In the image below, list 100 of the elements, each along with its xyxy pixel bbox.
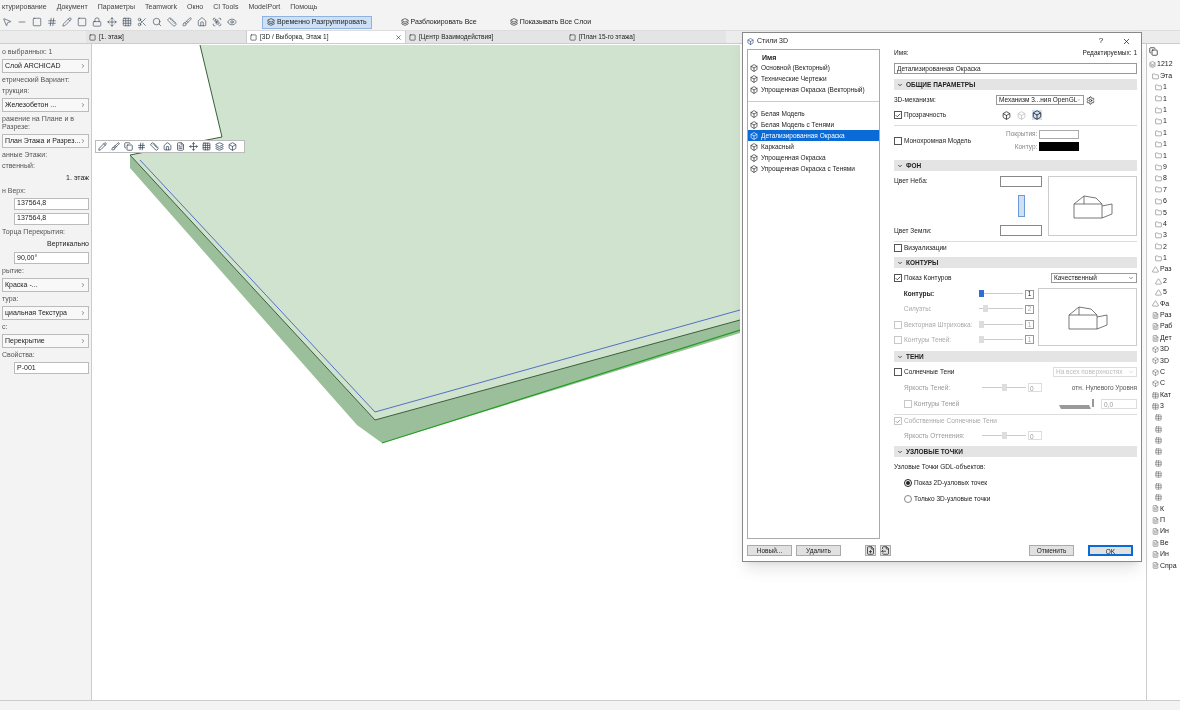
color-swatch[interactable] (1039, 129, 1080, 139)
table-icon (1152, 391, 1159, 399)
layers-icon (267, 18, 275, 26)
view-icon (409, 33, 416, 41)
tool-icon[interactable] (150, 142, 159, 151)
sheet-icon (1152, 562, 1159, 570)
copy-icon[interactable] (1149, 47, 1158, 56)
wall-icon[interactable] (32, 17, 42, 27)
folder-icon (1155, 140, 1162, 148)
lock-icon[interactable] (92, 17, 102, 27)
folder-icon (1152, 72, 1159, 80)
folder-icon (1155, 186, 1162, 194)
style-icon (750, 131, 758, 140)
eye-icon[interactable] (227, 17, 237, 27)
table-icon (1155, 482, 1162, 490)
radio-button[interactable] (904, 494, 912, 503)
checkbox[interactable] (894, 136, 902, 145)
sheet-icon (1152, 516, 1159, 524)
cube-icon (1152, 357, 1159, 365)
brush-icon[interactable] (182, 17, 192, 27)
help-button[interactable]: ? (1089, 35, 1113, 47)
ruler-icon[interactable] (167, 17, 177, 27)
tool-icon[interactable] (215, 142, 224, 151)
folder-icon (1155, 243, 1162, 251)
view-icon (569, 33, 576, 41)
ground-color-swatch[interactable] (1000, 225, 1042, 236)
color-swatch[interactable] (1039, 142, 1080, 152)
slider-track[interactable] (982, 383, 1026, 392)
style-icon (750, 63, 758, 72)
slider-track[interactable] (982, 431, 1026, 440)
search-icon[interactable] (152, 17, 162, 27)
tool-icon[interactable] (176, 142, 185, 151)
export-icon[interactable] (880, 544, 891, 556)
tool-icon[interactable] (124, 142, 133, 151)
tool-icon[interactable] (163, 142, 172, 151)
sheet-icon (1152, 334, 1159, 342)
close-icon[interactable] (395, 33, 402, 41)
cube-icon[interactable] (1002, 110, 1011, 120)
move-icon[interactable] (107, 17, 117, 27)
table-icon (1152, 402, 1159, 410)
folder-icon (1155, 95, 1162, 103)
sheet-icon (1152, 539, 1159, 547)
close-icon[interactable] (1122, 36, 1131, 46)
settings-icon[interactable] (1086, 95, 1095, 105)
cube-icon (1152, 345, 1159, 353)
square-icon[interactable] (77, 17, 87, 27)
checkbox[interactable] (894, 368, 902, 376)
slider-thumb[interactable] (1001, 431, 1007, 439)
checkbox[interactable] (894, 244, 902, 252)
tool-icon[interactable] (137, 142, 146, 151)
cube-icon (1152, 368, 1159, 376)
folder-icon (1155, 83, 1162, 91)
home-icon[interactable] (197, 17, 207, 27)
style-icon (750, 74, 758, 83)
view-icon (89, 33, 96, 41)
style-icon (750, 142, 758, 151)
folder-icon (1155, 129, 1162, 137)
layers-icon (509, 18, 518, 26)
tool-icon[interactable] (228, 142, 237, 151)
view-icon (250, 33, 257, 41)
sheet-icon (1152, 505, 1159, 513)
grid-icon[interactable] (47, 17, 57, 27)
layers-icon (400, 18, 409, 26)
chevron-down-icon (1128, 369, 1134, 375)
sheet-icon (1152, 551, 1159, 558)
import-icon[interactable] (865, 544, 876, 556)
table-icon (1155, 459, 1162, 467)
folder-icon (1155, 220, 1162, 228)
folder-icon (1155, 209, 1162, 217)
folder-icon (1155, 197, 1162, 205)
scissors-icon[interactable] (137, 17, 147, 27)
swap-button[interactable] (1017, 195, 1025, 217)
style-icon (750, 109, 758, 118)
style-icon (750, 120, 758, 129)
grid-icon[interactable] (122, 17, 132, 27)
tool-icon[interactable] (202, 142, 211, 151)
table-icon (1155, 425, 1162, 433)
folder-icon (1155, 232, 1162, 240)
radio-button[interactable] (904, 478, 912, 487)
checkbox[interactable] (894, 274, 902, 282)
checkbox[interactable] (894, 111, 902, 119)
root-icon (1149, 61, 1156, 69)
cube-icon (1152, 380, 1159, 388)
slider-track[interactable] (979, 290, 1024, 298)
folder-icon (1155, 254, 1162, 262)
tool-icon[interactable] (189, 142, 198, 151)
sky-color-swatch[interactable] (1000, 176, 1042, 187)
cube-icon[interactable] (1032, 110, 1042, 120)
table-icon (1155, 437, 1162, 445)
slider-thumb[interactable] (1001, 383, 1007, 391)
tool-icon[interactable] (111, 142, 120, 151)
style-icon (750, 164, 758, 173)
sheet-icon (1152, 528, 1159, 536)
sheet-icon (1152, 323, 1159, 331)
folder-icon (1155, 118, 1162, 126)
pointer-icon[interactable] (2, 17, 12, 27)
pencil-icon[interactable] (62, 17, 72, 27)
folder-icon (1155, 163, 1162, 171)
sheet-icon (1152, 311, 1159, 319)
slider-thumb[interactable] (979, 290, 985, 297)
